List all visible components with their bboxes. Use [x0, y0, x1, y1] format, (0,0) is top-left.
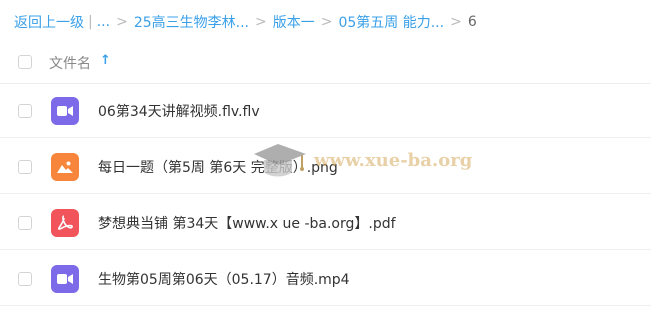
breadcrumb-divider: | [88, 14, 93, 30]
image-file-icon [51, 153, 79, 181]
row-checkbox[interactable] [18, 160, 32, 174]
file-list-header: 文件名 ↑ [0, 43, 651, 84]
file-name[interactable]: 梦想典当铺 第34天【www.x ue -ba.org】.pdf [98, 213, 396, 233]
row-checkbox[interactable] [18, 104, 32, 118]
watermark: www.xue-ba.org [252, 138, 482, 182]
back-link[interactable]: 返回上一级 [14, 12, 84, 32]
breadcrumb-separator: > [116, 14, 128, 30]
breadcrumb-item-version[interactable]: 版本一 [273, 12, 315, 32]
breadcrumb-separator: > [450, 14, 462, 30]
row-checkbox[interactable] [18, 216, 32, 230]
graduation-cap-logo [254, 144, 306, 177]
video-file-icon [51, 97, 79, 125]
pdf-file-icon [51, 209, 79, 237]
file-name[interactable]: 生物第05周第06天（05.17）音频.mp4 [98, 269, 350, 289]
breadcrumb-separator: > [320, 14, 333, 30]
breadcrumb-separator: > [254, 14, 267, 30]
breadcrumb-current: 6 [467, 14, 477, 30]
breadcrumb-ellipsis[interactable]: ... [97, 14, 110, 30]
video-file-icon [51, 265, 79, 293]
column-header-filename[interactable]: 文件名 [49, 53, 91, 73]
breadcrumb-item-week[interactable]: 05第五周 能力... [338, 12, 444, 32]
watermark-text: www.xue-ba.org [314, 150, 473, 171]
breadcrumb-item-course[interactable]: 25高三生物李林... [134, 12, 249, 32]
row-checkbox[interactable] [18, 272, 32, 286]
breadcrumb: 返回上一级 | ... > 25高三生物李林... > 版本一 > 05第五周 … [14, 11, 477, 33]
file-name[interactable]: 06第34天讲解视频.flv.flv [98, 101, 260, 121]
file-row[interactable]: 梦想典当铺 第34天【www.x ue -ba.org】.pdf [0, 196, 651, 250]
file-row[interactable]: 生物第05周第06天（05.17）音频.mp4 [0, 252, 651, 306]
select-all-checkbox[interactable] [18, 55, 32, 69]
file-row[interactable]: 06第34天讲解视频.flv.flv [0, 84, 651, 138]
arrow-up-icon[interactable]: ↑ [100, 53, 111, 68]
